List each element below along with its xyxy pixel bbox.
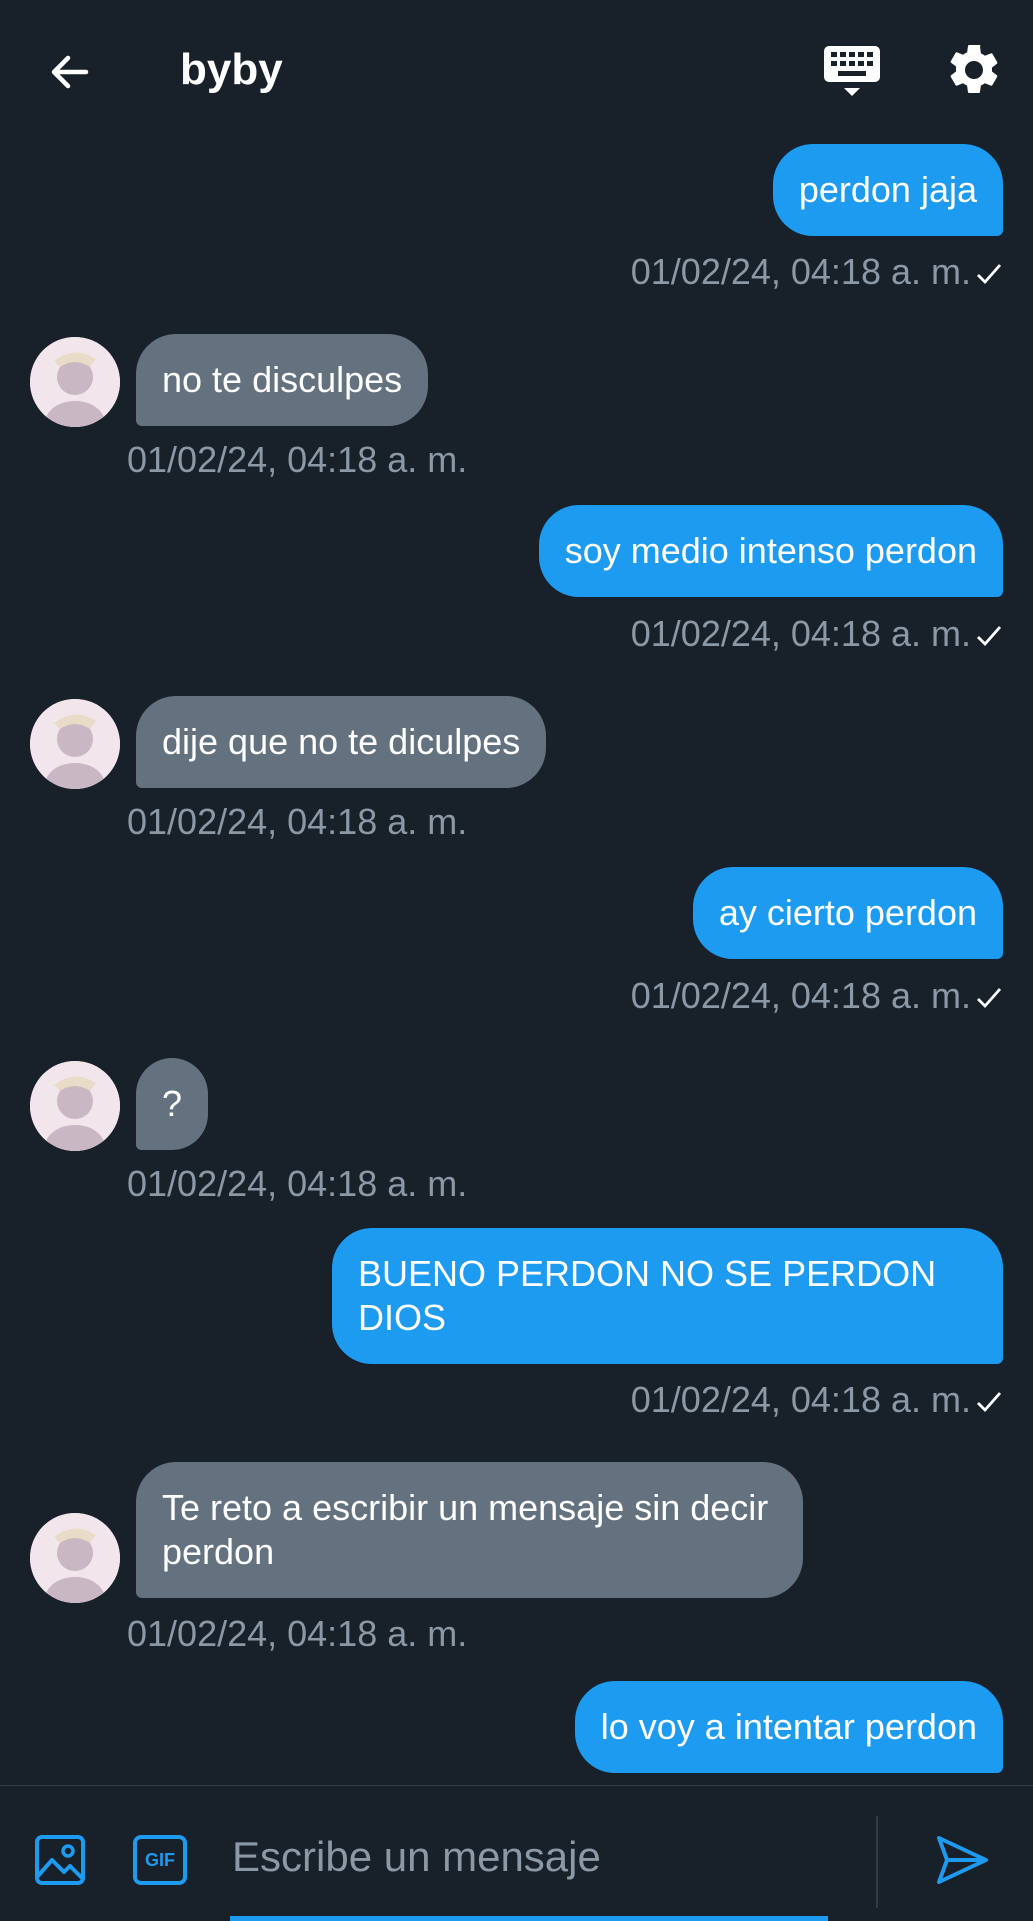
message-bubble[interactable]: BUENO PERDON NO SE PERDON DIOS xyxy=(332,1228,1003,1364)
settings-button[interactable] xyxy=(944,40,1004,100)
message-bubble[interactable]: no te disculpes xyxy=(136,334,429,426)
message-timestamp: 01/02/24, 04:18 a. m. xyxy=(630,613,971,654)
gif-label: GIF xyxy=(145,1850,175,1870)
message-list[interactable]: perdon jaja 01/02/24, 04:18 a. m. no te … xyxy=(0,140,1033,1785)
message-bubble[interactable]: lo voy a intentar perdon xyxy=(574,1681,1003,1773)
avatar-image xyxy=(30,337,120,427)
message-bubble[interactable]: Te reto a escribir un mensaje sin decir … xyxy=(136,1462,803,1598)
avatar[interactable] xyxy=(30,1513,120,1603)
message-outgoing: lo voy a intentar perdon xyxy=(0,1680,1033,1780)
message-outgoing: ay cierto perdon 01/02/24, 04:18 a. m. xyxy=(0,864,1033,1016)
add-gif-button[interactable]: GIF xyxy=(132,1834,188,1886)
send-icon xyxy=(937,1836,988,1884)
avatar-image xyxy=(30,699,120,789)
avatar-image xyxy=(30,1061,120,1151)
image-icon xyxy=(35,1835,85,1885)
back-button[interactable] xyxy=(40,42,100,102)
input-underline xyxy=(230,1916,828,1921)
conversation-title: byby xyxy=(180,45,283,94)
keyboard-icon xyxy=(824,46,880,96)
message-timestamp: 01/02/24, 04:18 a. m. xyxy=(127,801,468,842)
back-arrow-icon xyxy=(51,55,89,89)
message-incoming: Te reto a escribir un mensaje sin decir … xyxy=(0,1462,1033,1654)
sent-check-icon xyxy=(977,988,1002,1009)
message-outgoing: BUENO PERDON NO SE PERDON DIOS 01/02/24,… xyxy=(0,1228,1033,1420)
message-incoming: dije que no te diculpes 01/02/24, 04:18 … xyxy=(0,695,1033,842)
message-timestamp: 01/02/24, 04:18 a. m. xyxy=(127,1163,468,1204)
message-timestamp: 01/02/24, 04:18 a. m. xyxy=(127,439,468,480)
message-outgoing: soy medio intenso perdon 01/02/24, 04:18… xyxy=(0,502,1033,654)
message-timestamp: 01/02/24, 04:18 a. m. xyxy=(630,251,971,292)
avatar-image xyxy=(30,1513,120,1603)
message-incoming: no te disculpes 01/02/24, 04:18 a. m. xyxy=(0,333,1033,480)
message-outgoing: perdon jaja 01/02/24, 04:18 a. m. xyxy=(0,140,1033,292)
message-timestamp: 01/02/24, 04:18 a. m. xyxy=(127,1613,468,1654)
avatar[interactable] xyxy=(30,1061,120,1151)
chat-header: byby xyxy=(0,0,1033,140)
message-bubble[interactable]: soy medio intenso perdon xyxy=(538,505,1003,597)
sent-check-icon xyxy=(977,264,1002,285)
keyboard-button[interactable] xyxy=(820,42,884,102)
sent-check-icon xyxy=(977,626,1002,647)
gear-icon xyxy=(950,44,998,93)
avatar[interactable] xyxy=(30,337,120,427)
sent-check-icon xyxy=(977,1392,1002,1413)
message-bubble[interactable]: perdon jaja xyxy=(772,144,1003,236)
message-bubble[interactable]: ay cierto perdon xyxy=(692,867,1003,959)
avatar[interactable] xyxy=(30,699,120,789)
message-timestamp: 01/02/24, 04:18 a. m. xyxy=(630,1379,971,1420)
add-image-button[interactable] xyxy=(34,1834,86,1886)
message-timestamp: 01/02/24, 04:18 a. m. xyxy=(630,975,971,1016)
message-composer: GIF xyxy=(0,1785,1033,1921)
message-bubble[interactable]: ? xyxy=(136,1058,209,1150)
message-input[interactable] xyxy=(230,1816,834,1898)
send-button[interactable] xyxy=(934,1832,990,1888)
message-incoming: ? 01/02/24, 04:18 a. m. xyxy=(0,1057,1033,1204)
message-bubble[interactable]: dije que no te diculpes xyxy=(136,696,547,788)
composer-divider xyxy=(876,1816,878,1908)
